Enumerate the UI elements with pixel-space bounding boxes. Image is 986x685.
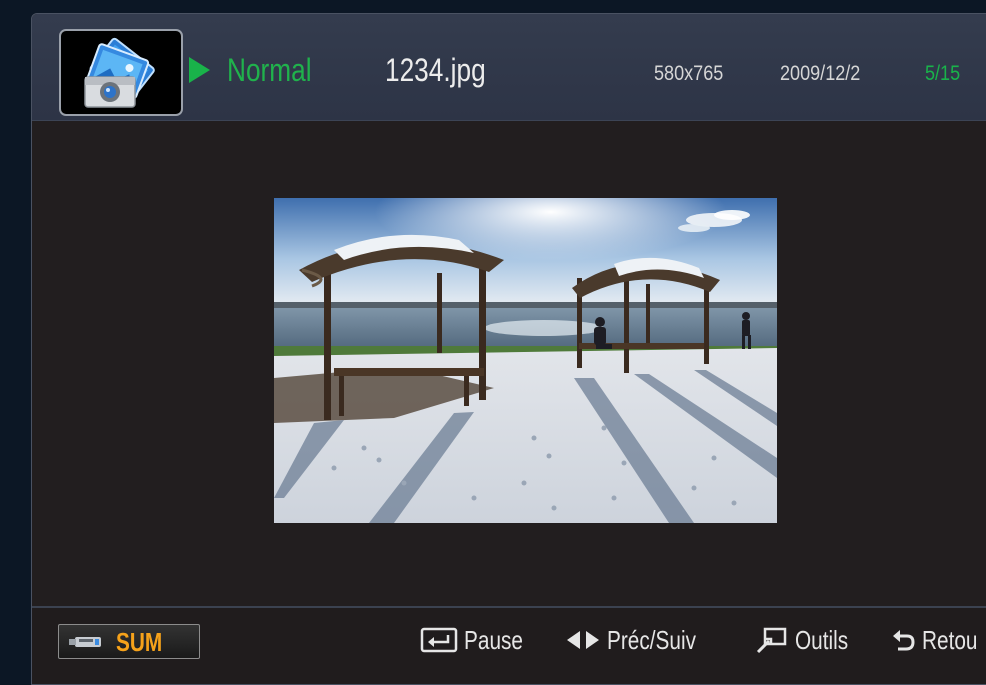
control-bar: SUM Pause Préc/Suiv Outils Retou [32,608,986,684]
tools-label: Outils [795,624,849,655]
prev-next-label: Préc/Suiv [607,624,697,655]
device-label: SUM [116,627,163,657]
photo-display [274,198,777,523]
pause-label: Pause [464,624,523,655]
return-button[interactable]: Retou [890,625,986,655]
tools-icon [756,627,787,654]
image-counter: 5/15 [925,62,961,85]
pause-button[interactable]: Pause [420,625,538,655]
info-header: Normal 1234.jpg 580x765 2009/12/2 5/15 [32,14,986,121]
image-resolution: 580x765 [654,62,724,85]
image-date: 2009/12/2 [780,62,861,85]
prev-next-button[interactable]: Préc/Suiv [565,625,718,655]
play-state-icon [189,57,210,83]
return-label: Retou [922,624,978,655]
left-right-arrows-icon [567,631,599,649]
pause-enter-icon [420,627,458,653]
device-sum-button[interactable]: SUM [58,624,200,659]
tools-button[interactable]: Outils [755,625,861,655]
slideshow-mode-label: Normal [227,52,312,88]
photo-camera-icon [59,29,183,116]
photo-viewer-window: Normal 1234.jpg 580x765 2009/12/2 5/15 S… [31,13,986,685]
return-icon [893,630,915,651]
usb-drive-icon [69,637,101,647]
file-name: 1234.jpg [385,52,486,88]
